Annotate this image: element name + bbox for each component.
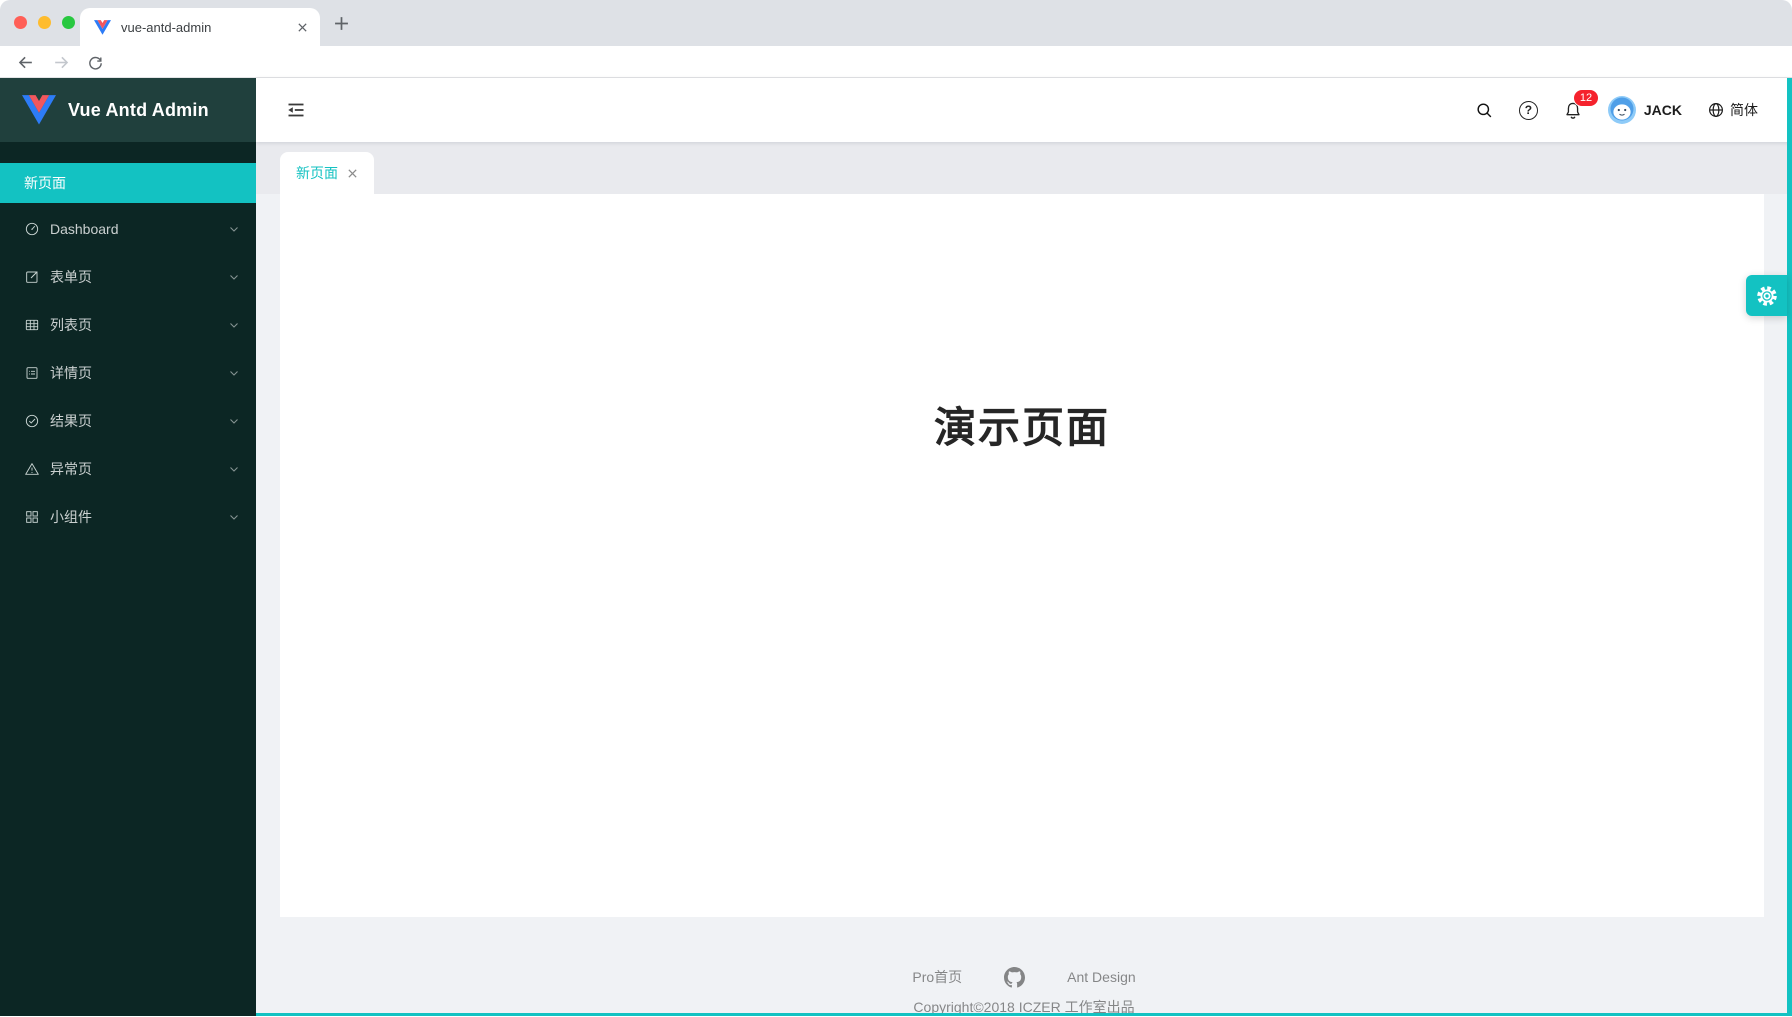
- warning-icon: [24, 461, 40, 477]
- chevron-down-icon: [228, 367, 240, 379]
- sidebar-item-label: 异常页: [50, 459, 228, 479]
- vue-logo-icon: [22, 95, 56, 125]
- chevron-down-icon: [228, 511, 240, 523]
- sidebar-item-label: 表单页: [50, 267, 228, 287]
- app-header: ? 12 JACK 简体: [256, 78, 1792, 142]
- tab-close-icon[interactable]: [297, 22, 308, 33]
- reload-icon[interactable]: [87, 54, 104, 71]
- browser-tab-strip: vue-antd-admin: [0, 0, 1792, 46]
- page-tab-bar: 新页面: [256, 142, 1792, 194]
- browser-toolbar: localhost:8080/#/newPage G 文 h: [0, 46, 1792, 78]
- sidebar: Vue Antd Admin 新页面 Dashboard 表单页: [0, 78, 256, 1016]
- page-tab-new-page[interactable]: 新页面: [280, 152, 374, 194]
- footer-link-pro-home[interactable]: Pro首页: [912, 967, 962, 987]
- chevron-down-icon: [228, 271, 240, 283]
- github-icon[interactable]: [1004, 967, 1025, 988]
- footer-link-ant-design[interactable]: Ant Design: [1067, 969, 1135, 985]
- globe-icon: [1707, 101, 1725, 119]
- zoom-window-button[interactable]: [62, 16, 75, 29]
- username-text: JACK: [1644, 102, 1682, 118]
- chevron-down-icon: [228, 415, 240, 427]
- profile-icon: [24, 365, 40, 381]
- help-icon[interactable]: ?: [1519, 101, 1538, 120]
- sidebar-item-label: 详情页: [50, 363, 228, 383]
- search-icon[interactable]: [1475, 101, 1494, 120]
- close-window-button[interactable]: [14, 16, 27, 29]
- page-footer: Pro首页 Ant Design Copyright©2018 ICZER 工作…: [256, 917, 1792, 1016]
- browser-tab[interactable]: vue-antd-admin: [80, 8, 320, 46]
- theme-right-strip: [1787, 78, 1792, 1016]
- chevron-down-icon: [228, 223, 240, 235]
- app-logo[interactable]: Vue Antd Admin: [0, 78, 256, 142]
- window-controls: [14, 16, 75, 29]
- language-text: 简体: [1730, 100, 1758, 120]
- sidebar-active-label: 新页面: [24, 173, 66, 193]
- form-icon: [24, 269, 40, 285]
- sidebar-item-label: 小组件: [50, 507, 228, 527]
- sidebar-menu: Dashboard 表单页 列表页: [0, 209, 256, 537]
- table-icon: [24, 317, 40, 333]
- favicon-vue-icon: [94, 20, 111, 35]
- page-tab-label: 新页面: [296, 163, 338, 183]
- app-title: Vue Antd Admin: [68, 100, 209, 121]
- close-icon[interactable]: [347, 168, 358, 179]
- dashboard-icon: [24, 221, 40, 237]
- sidebar-item-details[interactable]: 详情页: [0, 353, 256, 393]
- forward-icon[interactable]: [52, 53, 71, 72]
- notification-badge: 12: [1574, 90, 1598, 106]
- settings-button[interactable]: [1746, 275, 1787, 316]
- widgets-icon: [24, 509, 40, 525]
- chevron-down-icon: [228, 463, 240, 475]
- check-circle-icon: [24, 413, 40, 429]
- sidebar-item-label: 列表页: [50, 315, 228, 335]
- sidebar-item-new-page[interactable]: 新页面: [0, 163, 256, 203]
- user-avatar: [1608, 96, 1636, 124]
- back-icon[interactable]: [16, 53, 35, 72]
- page-card: 演示页面: [280, 194, 1764, 917]
- sidebar-item-lists[interactable]: 列表页: [0, 305, 256, 345]
- page-title: 演示页面: [280, 394, 1764, 455]
- sidebar-item-results[interactable]: 结果页: [0, 401, 256, 441]
- gear-icon: [1755, 284, 1779, 308]
- sidebar-item-exceptions[interactable]: 异常页: [0, 449, 256, 489]
- new-tab-button[interactable]: [334, 16, 349, 31]
- notifications-bell-icon[interactable]: 12: [1563, 100, 1583, 121]
- sidebar-item-dashboard[interactable]: Dashboard: [0, 209, 256, 249]
- header-actions: ? 12 JACK 简体: [1475, 96, 1792, 124]
- sidebar-item-label: 结果页: [50, 411, 228, 431]
- chevron-down-icon: [228, 319, 240, 331]
- sidebar-item-widgets[interactable]: 小组件: [0, 497, 256, 537]
- menu-fold-icon[interactable]: [286, 100, 306, 120]
- minimize-window-button[interactable]: [38, 16, 51, 29]
- sidebar-item-label: Dashboard: [50, 221, 228, 237]
- sidebar-item-forms[interactable]: 表单页: [0, 257, 256, 297]
- language-switcher[interactable]: 简体: [1707, 100, 1758, 120]
- user-menu[interactable]: JACK: [1608, 96, 1682, 124]
- footer-links: Pro首页 Ant Design: [256, 965, 1792, 989]
- browser-tab-title: vue-antd-admin: [121, 20, 297, 35]
